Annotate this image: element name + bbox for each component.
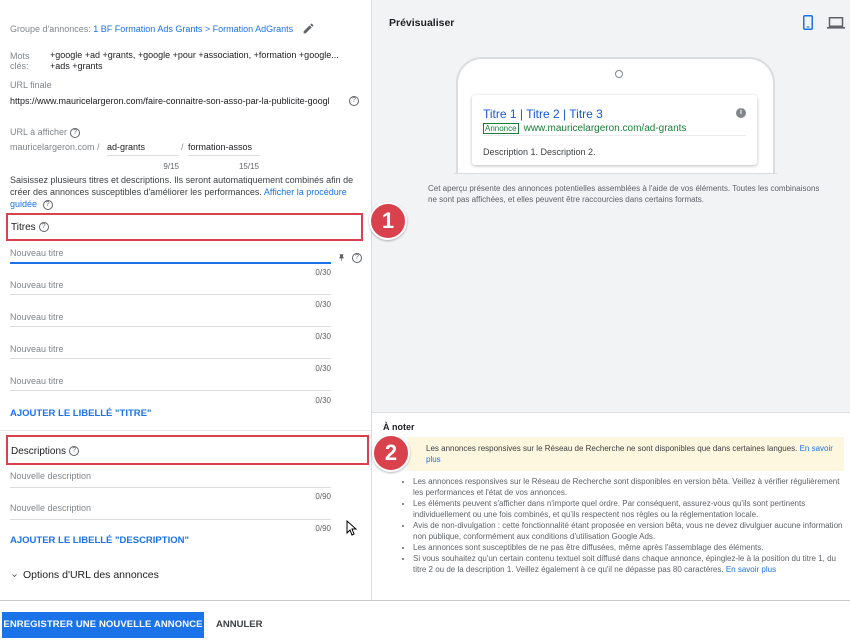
keywords-value: +google +ad +grants, +google +pour +asso… — [50, 50, 339, 71]
preview-caption: Cet aperçu présente des annonces potenti… — [428, 184, 820, 204]
edit-pencil-icon[interactable] — [302, 22, 315, 35]
titles-help-icon[interactable]: ? — [38, 222, 49, 233]
description-input-2[interactable]: Nouvelle description — [10, 503, 91, 513]
annotation-badge-2: 2 — [372, 434, 410, 472]
description-1-counter: 0/90 — [315, 492, 331, 501]
cancel-button[interactable]: ANNULER — [216, 619, 262, 630]
ad-group-label: Groupe d'annonces: — [10, 24, 91, 34]
preview-panel: Prévisualiser Titre 1 | Titre 2 | Titre … — [371, 0, 850, 600]
note-item: Les éléments peuvent s'afficher dans n'i… — [413, 498, 844, 520]
add-description-button[interactable]: AJOUTER LE LIBELLÉ "DESCRIPTION" — [10, 535, 189, 546]
display-url-separator: / — [181, 142, 184, 152]
annotation-badge-1: 1 — [369, 202, 407, 240]
mouse-cursor-icon — [346, 520, 357, 536]
ad-group-link[interactable]: 1 BF Formation Ads Grants > Formation Ad… — [93, 24, 293, 34]
title-input-2[interactable]: Nouveau titre — [10, 280, 64, 290]
title-2-counter: 0/30 — [315, 300, 331, 309]
save-new-ad-button[interactable]: ENREGISTRER UNE NOUVELLE ANNONCE — [2, 612, 204, 638]
title-1-help-icon[interactable]: ? — [352, 253, 362, 263]
ad-preview-title: Titre 1 | Titre 2 | Titre 3 — [483, 107, 603, 121]
pin-learn-more-link[interactable]: En savoir plus — [726, 565, 776, 574]
path1-counter: 9/15 — [163, 162, 179, 171]
section-divider — [0, 430, 371, 431]
notes-heading: À noter — [383, 422, 415, 432]
display-url-path1-input[interactable]: ad-grants — [107, 142, 177, 152]
display-url-label-row: URL à afficher? — [10, 127, 81, 138]
display-url-help-icon[interactable]: ? — [70, 127, 81, 138]
descriptions-heading: Descriptions? — [11, 446, 80, 457]
title-4-counter: 0/30 — [315, 364, 331, 373]
title-2-underline — [10, 294, 331, 295]
note-item: Les annonces sont susceptibles de ne pas… — [413, 542, 844, 553]
title-1-focus-underline — [10, 262, 331, 264]
titles-highlight-box — [6, 213, 363, 241]
description-2-counter: 0/90 — [315, 524, 331, 533]
ad-preview-url: www.mauricelargeron.com/ad-grants — [523, 123, 687, 134]
final-url-field[interactable]: https://www.mauricelargeron.com/faire-co… — [10, 96, 348, 106]
desktop-icon[interactable] — [827, 17, 845, 29]
title-input-4[interactable]: Nouveau titre — [10, 344, 64, 354]
title-4-underline — [10, 358, 331, 359]
ad-card-divider — [483, 135, 746, 136]
display-url-domain: mauricelargeron.com / — [10, 142, 100, 152]
language-warning: Les annonces responsives sur le Réseau d… — [407, 437, 844, 471]
ad-group-row: Groupe d'annonces: 1 BF Formation Ads Gr… — [10, 24, 293, 34]
path1-underline — [107, 155, 179, 156]
mobile-icon[interactable] — [803, 15, 813, 30]
keywords-label: Mots clés: — [10, 51, 30, 71]
title-input-5[interactable]: Nouveau titre — [10, 376, 64, 386]
phone-cutoff-line — [454, 173, 777, 174]
notes-section: À noter Les annonces responsives sur le … — [372, 412, 850, 600]
note-item: Avis de non-divulgation : cette fonction… — [413, 520, 844, 542]
add-title-button[interactable]: AJOUTER LE LIBELLÉ "TITRE" — [10, 408, 151, 419]
ad-preview-url-row: Annonce www.mauricelargeron.com/ad-grants — [483, 123, 686, 134]
ad-preview-card: Titre 1 | Titre 2 | Titre 3 i Annonce www… — [472, 95, 757, 165]
path2-counter: 15/15 — [238, 162, 259, 171]
title-5-counter: 0/30 — [315, 396, 331, 405]
ad-preview-description: Description 1. Description 2. — [483, 147, 596, 157]
final-url-label: URL finale — [10, 80, 52, 90]
title-input-3[interactable]: Nouveau titre — [10, 312, 64, 322]
description-2-underline — [10, 519, 331, 520]
title-1-counter: 0/30 — [315, 268, 331, 277]
note-item: Les annonces responsives sur le Réseau d… — [413, 476, 844, 498]
ad-badge: Annonce — [483, 123, 519, 134]
phone-camera — [615, 70, 623, 78]
notes-list: Les annonces responsives sur le Réseau d… — [397, 476, 844, 575]
descriptions-help-icon[interactable]: ? — [69, 446, 80, 457]
guided-procedure-help-icon[interactable]: ? — [42, 199, 53, 210]
note-item: Si vous souhaitez qu'un certain contenu … — [413, 553, 844, 575]
pin-icon[interactable] — [337, 253, 346, 263]
description-1-underline — [10, 487, 331, 488]
url-options-label: Options d'URL des annonces — [23, 569, 159, 581]
chevron-down-icon — [12, 573, 17, 577]
description-input-1[interactable]: Nouvelle description — [10, 471, 91, 481]
title-3-counter: 0/30 — [315, 332, 331, 341]
info-icon[interactable]: i — [736, 108, 746, 118]
ad-form-panel: Groupe d'annonces: 1 BF Formation Ads Gr… — [0, 0, 371, 600]
title-5-underline — [10, 390, 331, 391]
instructions-text: Saisissez plusieurs titres et descriptio… — [10, 175, 354, 210]
title-3-underline — [10, 326, 331, 327]
display-url-path2-input[interactable]: formation-assos — [188, 142, 260, 152]
warning-text: Les annonces responsives sur le Réseau d… — [426, 444, 798, 453]
title-input-1[interactable]: Nouveau titre — [10, 248, 64, 258]
preview-heading: Prévisualiser — [389, 17, 455, 29]
path2-underline — [188, 155, 260, 156]
url-options-toggle[interactable]: Options d'URL des annonces — [10, 569, 159, 581]
titles-heading: Titres? — [11, 222, 49, 233]
final-url-help-icon[interactable]: ? — [349, 96, 359, 106]
